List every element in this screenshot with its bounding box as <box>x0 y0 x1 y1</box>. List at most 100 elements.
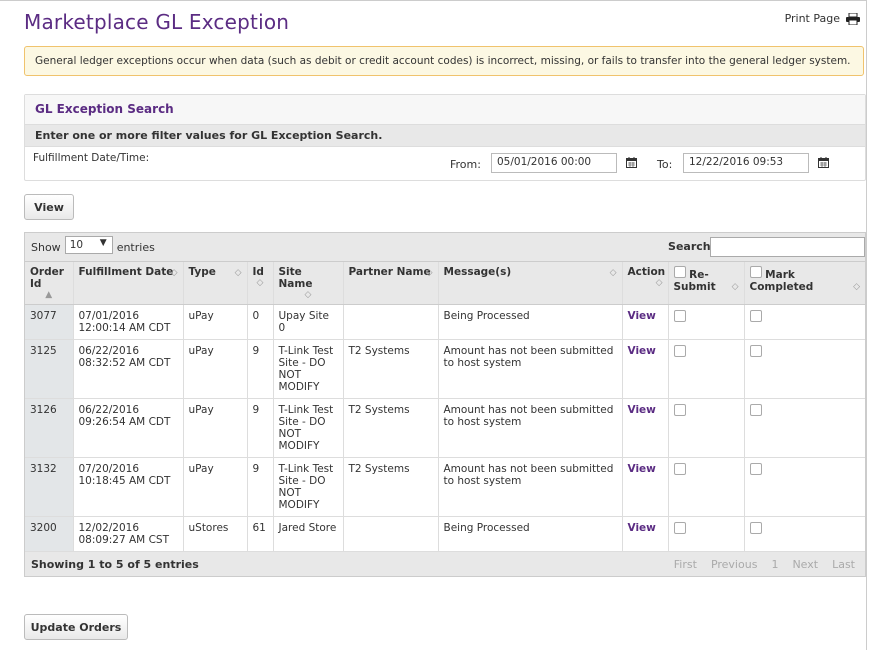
mark-completed-checkbox[interactable] <box>749 522 762 534</box>
partner-name-cell <box>343 304 439 340</box>
resubmit-cell <box>668 457 745 517</box>
view-link[interactable]: View <box>628 522 656 534</box>
table-row: 3200 12/02/2016 08:09:27 AM CST uStores … <box>25 516 865 552</box>
mark-completed-checkbox[interactable] <box>749 404 762 416</box>
resubmit-cell <box>668 304 745 340</box>
entries-select[interactable]: 10 ▼ <box>64 236 113 254</box>
update-orders-button[interactable]: Update Orders <box>24 614 128 640</box>
table-row: 3077 07/01/2016 12:00:14 AM CDT uPay 0 U… <box>25 304 865 340</box>
mark-completed-cell <box>744 304 865 340</box>
entries-select-value[interactable]: 10 <box>70 239 83 251</box>
pager-previous[interactable]: Previous <box>711 558 758 571</box>
top-border <box>0 0 866 1</box>
mark-completed-cell <box>744 457 865 517</box>
resubmit-checkbox[interactable] <box>673 404 686 416</box>
print-page-label[interactable]: Print Page <box>785 12 840 25</box>
mark-completed-cell <box>744 339 865 399</box>
column-header-site-name[interactable]: Site Name ◇ <box>273 262 344 305</box>
fulfillment-date-label: Fulfillment Date/Time: <box>33 152 150 164</box>
table-row: 3126 06/22/2016 09:26:54 AM CDT uPay 9 T… <box>25 398 865 458</box>
column-header-mark-completed[interactable]: Mark Completed ◇ <box>744 262 865 305</box>
action-cell: View <box>622 339 669 399</box>
show-label: Show <box>31 240 61 254</box>
view-link[interactable]: View <box>628 345 656 357</box>
column-header-id[interactable]: Id ◇ <box>247 262 274 305</box>
message-cell: Being Processed <box>438 304 623 340</box>
message-cell: Amount has not been submitted to host sy… <box>438 457 623 517</box>
message-cell: Being Processed <box>438 516 623 552</box>
mark-completed-cell <box>744 398 865 458</box>
search-panel-heading: GL Exception Search <box>25 95 865 125</box>
to-date-input[interactable]: 12/22/2016 09:53 <box>683 153 809 173</box>
fulfillment-date-cell: 07/01/2016 12:00:14 AM CDT <box>73 304 184 340</box>
column-header-action[interactable]: Action ◇ <box>622 262 669 305</box>
partner-name-cell: T2 Systems <box>343 339 439 399</box>
sort-icon: ◇ <box>853 282 860 292</box>
calendar-icon[interactable] <box>818 157 829 168</box>
table-row: 3132 07/20/2016 10:18:45 AM CDT uPay 9 T… <box>25 457 865 517</box>
view-link[interactable]: View <box>628 310 656 322</box>
message-cell: Amount has not been submitted to host sy… <box>438 339 623 399</box>
site-name-cell: T-Link Test Site - DO NOT MODIFY <box>273 339 344 399</box>
column-header-type[interactable]: Type ◇ <box>183 262 248 305</box>
resubmit-checkbox[interactable] <box>673 345 686 357</box>
view-button[interactable]: View <box>24 194 74 220</box>
mark-completed-checkbox[interactable] <box>749 345 762 357</box>
fulfillment-date-cell: 07/20/2016 10:18:45 AM CDT <box>73 457 184 517</box>
sort-icon: ◇ <box>731 282 739 292</box>
view-link[interactable]: View <box>628 463 656 475</box>
mark-completed-checkbox[interactable] <box>749 310 762 322</box>
search-input[interactable] <box>710 237 865 257</box>
chevron-down-icon[interactable]: ▼ <box>100 238 107 248</box>
grid-footer: Showing 1 to 5 of 5 entries First Previo… <box>25 552 865 576</box>
resubmit-checkbox[interactable] <box>673 522 686 534</box>
column-header-fulfillment-date[interactable]: Fulfillment Date ◇ <box>73 262 184 305</box>
resubmit-checkbox[interactable] <box>673 310 686 322</box>
pagination: First Previous 1 Next Last <box>674 558 855 571</box>
message-cell: Amount has not been submitted to host sy… <box>438 398 623 458</box>
right-border <box>866 0 867 650</box>
column-header-resubmit[interactable]: Re-Submit ◇ <box>668 262 745 305</box>
grid-toolbar: Show 10 ▼ entries Search: <box>25 233 865 262</box>
order-id-cell: 3126 <box>25 398 74 458</box>
resubmit-all-checkbox[interactable] <box>673 266 686 278</box>
pager-next[interactable]: Next <box>792 558 818 571</box>
pager-last[interactable]: Last <box>832 558 855 571</box>
print-page-link[interactable]: Print Page <box>785 12 860 25</box>
fulfillment-date-cell: 06/22/2016 09:26:54 AM CDT <box>73 398 184 458</box>
site-name-cell: Jared Store <box>273 516 344 552</box>
resubmit-checkbox[interactable] <box>673 463 686 475</box>
type-cell: uPay <box>183 339 248 399</box>
order-id-cell: 3125 <box>25 339 74 399</box>
sort-icon: ◇ <box>655 278 663 288</box>
order-id-cell: 3132 <box>25 457 74 517</box>
pager-page-1[interactable]: 1 <box>771 558 778 571</box>
calendar-icon[interactable] <box>626 157 637 168</box>
table-header-row: Order Id ▲ Fulfillment Date ◇ Type ◇ Id ◇ Si… <box>25 262 865 305</box>
sort-icon: ◇ <box>609 268 617 278</box>
mark-completed-checkbox[interactable] <box>749 463 762 475</box>
printer-icon[interactable] <box>846 12 860 25</box>
sort-icon: ◇ <box>170 268 178 278</box>
column-header-order-id[interactable]: Order Id ▲ <box>25 262 74 305</box>
id-cell: 9 <box>247 339 274 399</box>
site-name-cell: Upay Site 0 <box>273 304 344 340</box>
view-link[interactable]: View <box>628 404 656 416</box>
pager-first[interactable]: First <box>674 558 697 571</box>
type-cell: uPay <box>183 398 248 458</box>
search-instructions: Enter one or more filter values for GL E… <box>25 125 865 147</box>
page-length-control: Show 10 ▼ entries <box>31 236 155 254</box>
resubmit-cell <box>668 398 745 458</box>
sort-ascending-icon: ▲ <box>45 290 53 300</box>
page-title: Marketplace GL Exception <box>24 10 290 34</box>
type-cell: uStores <box>183 516 248 552</box>
search-label: Search: <box>668 240 715 253</box>
id-cell: 9 <box>247 457 274 517</box>
column-header-partner-name[interactable]: Partner Name ◇ <box>343 262 439 305</box>
action-cell: View <box>622 398 669 458</box>
from-date-input[interactable]: 05/01/2016 00:00 <box>491 153 617 173</box>
mark-completed-all-checkbox[interactable] <box>749 266 762 278</box>
column-header-messages[interactable]: Message(s) ◇ <box>438 262 623 305</box>
action-cell: View <box>622 457 669 517</box>
entries-label: entries <box>116 240 155 254</box>
